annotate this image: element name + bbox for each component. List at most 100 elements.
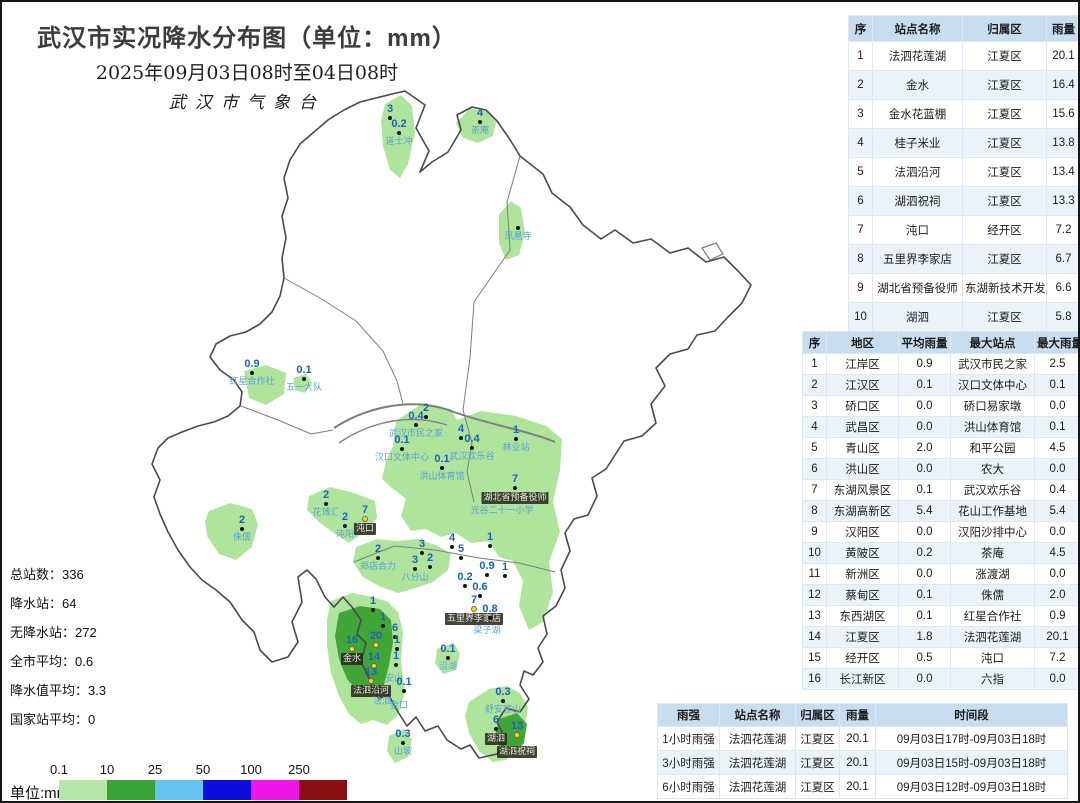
cell-intensity: 6小时雨强: [658, 775, 720, 799]
cell-index: 15: [803, 648, 827, 669]
col-header-district: 归属区: [963, 16, 1047, 42]
cell-district: 江夏区: [963, 158, 1047, 187]
table-header-row: 序 站点名称 归属区 雨量: [849, 16, 1080, 42]
cell-intensity: 3小时雨强: [658, 751, 720, 775]
cell-index: 1: [849, 42, 873, 71]
cell-station: 桂子米业: [873, 129, 963, 158]
col-header-period: 时间段: [876, 704, 1068, 727]
station-dot-highlight: [349, 646, 355, 652]
cell-avg-rain: 0.1: [899, 375, 951, 396]
station-dot: [478, 594, 482, 598]
table-header-row: 序 地区 平均雨量 最大站点 最大雨量: [803, 332, 1080, 354]
station-label: 湖泗祝祠: [497, 746, 537, 758]
station-value: 13: [365, 667, 377, 678]
cell-max-station: 花山工作基地: [951, 501, 1035, 522]
legend-swatch: [251, 780, 299, 800]
station-dot: [514, 437, 518, 441]
station-value: 7: [362, 505, 368, 516]
cell-index: 7: [803, 480, 827, 501]
station-value: 0.1: [434, 454, 449, 465]
cell-rainfall: 6.6: [1047, 274, 1080, 303]
station-dot: [488, 544, 492, 548]
cell-max-station: 汉口文体中心: [951, 375, 1035, 396]
cell-district: 东湖风景区: [827, 480, 899, 501]
station-dot: [250, 371, 254, 375]
col-header-intensity: 雨强: [658, 704, 720, 727]
station-dot: [371, 608, 375, 612]
cell-index: 2: [803, 375, 827, 396]
legend-tick: 100: [227, 762, 275, 777]
station-dot: [503, 574, 507, 578]
cell-period: 09月03日15时-09月03日18时: [876, 751, 1068, 775]
station-value: 0.1: [396, 677, 411, 688]
col-header-avg-rain: 平均雨量: [899, 332, 951, 354]
cell-index: 16: [803, 669, 827, 690]
station-label: 侏儒: [233, 533, 251, 543]
cell-index: 7: [849, 216, 873, 245]
station-value: 0.4: [408, 411, 423, 422]
station-value: 6: [493, 715, 499, 726]
stat-line: 全市平均：0.6: [10, 655, 106, 669]
cell-station: 湖泗祝祠: [873, 187, 963, 216]
station-dot: [343, 524, 347, 528]
cell-district: 江夏区: [796, 775, 840, 799]
cell-district: 江夏区: [963, 100, 1047, 129]
cell-rainfall: 5.8: [1047, 303, 1080, 332]
station-value: 0.3: [395, 729, 410, 740]
cell-rainfall: 16.4: [1047, 71, 1080, 100]
table-row: 8 五里界李家店 江夏区 6.7: [849, 245, 1080, 274]
table-row: 1 法泗花莲湖 江夏区 20.1: [849, 42, 1080, 71]
station-dot: [513, 486, 517, 490]
legend-tick: 50: [179, 762, 227, 777]
cell-max-station: 武汉欢乐谷: [951, 480, 1035, 501]
cell-index: 10: [803, 543, 827, 564]
cell-avg-rain: 1.8: [899, 627, 951, 648]
station-dot: [459, 556, 463, 560]
legend-tick: 10: [83, 762, 131, 777]
cell-max-rain: 0.0: [1035, 459, 1080, 480]
stat-line: 总站数：336: [10, 568, 106, 582]
cell-district: 江夏区: [796, 751, 840, 775]
cell-index: 10: [849, 303, 873, 332]
cell-max-rain: 2.0: [1035, 585, 1080, 606]
table-row: 1小时雨强 法泗花莲湖 江夏区 20.1 09月03日17时-09月03日18时: [658, 727, 1068, 751]
station-dot: [420, 551, 424, 555]
cell-district: 东湖新技术开发区: [963, 274, 1047, 303]
cell-max-rain: 2.5: [1035, 354, 1080, 375]
station-dot-highlight: [471, 606, 477, 612]
station-dot-highlight: [368, 678, 374, 684]
cell-district: 江夏区: [796, 727, 840, 751]
table-row: 11 新洲区 0.0 涨渡湖 0.0: [803, 564, 1080, 585]
station-statistics: 总站数：336降水站：64无降水站：272全市平均：0.6降水值平均：3.3国家…: [10, 568, 106, 742]
station-label: 光谷二十一小学: [470, 506, 533, 516]
cell-max-station: 武汉市民之家: [951, 354, 1035, 375]
station-dot: [478, 120, 482, 124]
table-row: 14 江夏区 1.8 法泗花莲湖 20.1: [803, 627, 1080, 648]
col-header-district: 归属区: [796, 704, 840, 727]
station-value: 1: [393, 651, 399, 662]
station-label: 沌口: [354, 523, 376, 535]
station-value: 4: [458, 424, 464, 435]
table-row: 2 金水 江夏区 16.4: [849, 71, 1080, 100]
cell-avg-rain: 0.1: [899, 585, 951, 606]
cell-district: 江岸区: [827, 354, 899, 375]
station-dot: [302, 377, 306, 381]
station-value: 1: [487, 532, 493, 543]
station-value: 0.1: [394, 435, 409, 446]
station-value: 5: [458, 544, 464, 555]
stat-line: 降水站：64: [10, 597, 106, 611]
legend-tick: 0.1: [35, 762, 83, 777]
cell-avg-rain: 0.0: [899, 669, 951, 690]
cell-max-station: 六指: [951, 669, 1035, 690]
station-dot: [450, 545, 454, 549]
cell-index: 2: [849, 71, 873, 100]
table-row: 10 黄陂区 0.2 茶庵 4.5: [803, 543, 1080, 564]
table-row: 6 洪山区 0.0 农大 0.0: [803, 459, 1080, 480]
station-label: 道士冲: [385, 137, 412, 147]
station-value: 2: [423, 403, 429, 414]
cell-district: 硚口区: [827, 396, 899, 417]
station-dot: [402, 689, 406, 693]
cell-max-station: 硚口易家墩: [951, 396, 1035, 417]
cell-index: 11: [803, 564, 827, 585]
cell-district: 青山区: [827, 438, 899, 459]
